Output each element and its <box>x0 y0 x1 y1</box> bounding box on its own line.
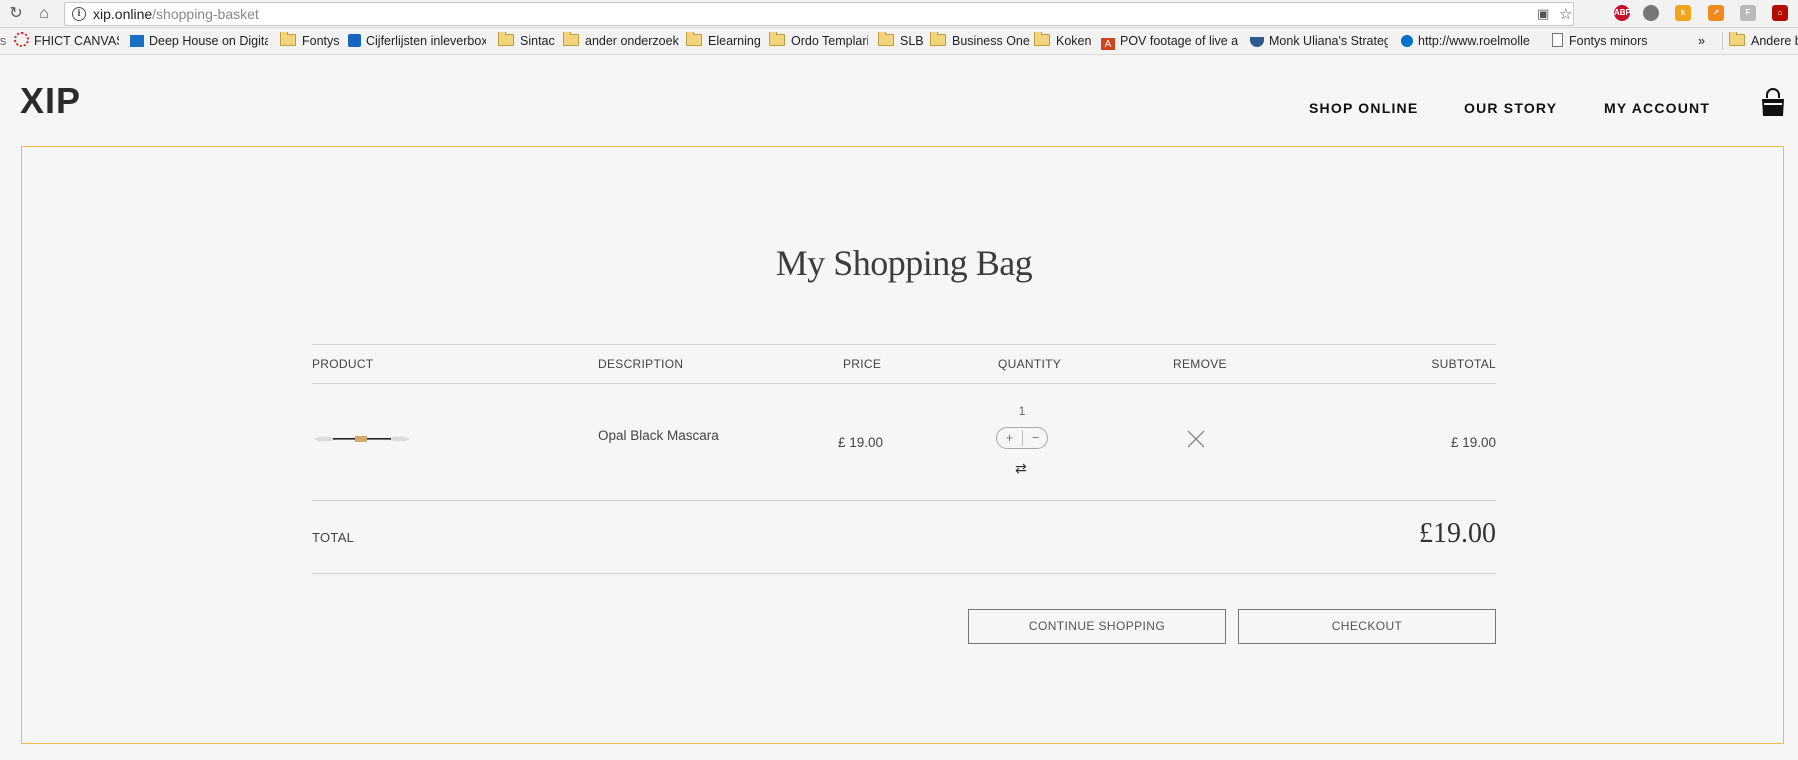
ship-icon <box>1250 37 1264 47</box>
bookmarks-bar: s FHICT CANVAS Deep House on Digita Font… <box>0 28 1798 55</box>
more-bookmarks-button[interactable]: » <box>1698 32 1712 50</box>
divider <box>312 383 1496 384</box>
address-bar[interactable]: i xip.online/shopping-basket ☆ ▣ <box>64 2 1574 26</box>
keepa-icon[interactable]: k <box>1675 5 1691 21</box>
dot-icon <box>1401 35 1413 47</box>
folder-icon <box>498 32 514 46</box>
bookmark-item[interactable]: http://www.roelmolle <box>1401 32 1541 50</box>
bookmark-item[interactable]: Ordo Templari <box>769 32 868 50</box>
divider <box>312 344 1496 345</box>
acrobat-icon[interactable]: ⌂ <box>1772 5 1788 21</box>
divider <box>312 500 1496 501</box>
item-price: £ 19.00 <box>838 435 884 450</box>
total-value: £19.00 <box>1419 518 1496 549</box>
divider <box>312 573 1496 574</box>
home-icon[interactable]: ⌂ <box>34 4 54 24</box>
column-header-subtotal: SUBTOTAL <box>1431 357 1496 371</box>
update-quantity-icon[interactable]: ⇄ <box>1015 460 1027 477</box>
pdf-icon: A <box>1101 38 1115 50</box>
bookmarks-overflow-left[interactable]: s <box>0 32 8 50</box>
shopping-bag-icon[interactable] <box>1760 88 1786 118</box>
adblock-icon[interactable]: ABP <box>1614 5 1631 21</box>
page-title: My Shopping Bag <box>775 243 1033 283</box>
checkout-button[interactable]: CHECKOUT <box>1238 609 1496 644</box>
bookmark-divider <box>1722 32 1723 50</box>
bookmark-item[interactable]: A POV footage of live a <box>1101 32 1238 50</box>
bookmark-item[interactable]: Fontys <box>280 32 344 50</box>
extension-icon[interactable] <box>1643 5 1659 21</box>
bookmark-item[interactable]: Business One <box>930 32 1030 50</box>
column-header-product: PRODUCT <box>312 357 374 371</box>
bookmark-star-icon[interactable]: ☆ <box>1559 5 1572 23</box>
column-header-price: PRICE <box>843 357 882 371</box>
bookmark-item[interactable]: Monk Uliana's Strateg <box>1250 32 1388 50</box>
bookmark-item[interactable]: Sintac <box>498 32 556 50</box>
column-header-quantity: QUANTITY <box>998 357 1062 371</box>
folder-icon <box>280 32 296 46</box>
remove-item-icon[interactable] <box>1186 429 1206 449</box>
bookmark-item[interactable]: ander onderzoek <box>563 32 683 50</box>
sharepoint-icon <box>348 34 361 47</box>
total-label: TOTAL <box>312 530 355 545</box>
chart-extension-icon[interactable]: ↗ <box>1708 5 1724 21</box>
item-quantity: 1 <box>1018 404 1026 418</box>
item-description[interactable]: Opal Black Mascara <box>598 428 719 443</box>
folder-icon <box>686 32 702 46</box>
reload-icon[interactable]: ↻ <box>6 4 26 24</box>
basket-panel <box>21 146 1784 744</box>
folder-icon <box>930 32 946 46</box>
folder-icon <box>563 32 579 46</box>
folder-icon <box>1034 32 1050 46</box>
bookmark-item[interactable]: Deep House on Digita <box>130 32 268 50</box>
continue-shopping-button[interactable]: CONTINUE SHOPPING <box>968 609 1226 644</box>
column-header-description: DESCRIPTION <box>598 357 684 371</box>
folder-icon <box>1729 32 1745 46</box>
bookmark-item[interactable]: Cijferlijsten inleverbox <box>348 32 486 50</box>
f-extension-icon[interactable]: F <box>1740 5 1756 21</box>
bookmark-item[interactable]: FHICT CANVAS <box>14 32 119 50</box>
bookmark-item[interactable]: Elearning <box>686 32 766 50</box>
product-image[interactable] <box>315 432 409 446</box>
translate-icon[interactable]: ▣ <box>1537 6 1549 22</box>
nav-shop-online[interactable]: SHOP ONLINE <box>1309 100 1418 116</box>
site-icon <box>130 35 144 47</box>
info-icon[interactable]: i <box>72 7 86 21</box>
bookmark-item[interactable]: Koken <box>1034 32 1096 50</box>
site-logo[interactable]: XIP <box>20 80 81 122</box>
column-header-remove: REMOVE <box>1173 357 1227 371</box>
ring-icon <box>14 32 29 47</box>
bookmark-item[interactable]: Fontys minors <box>1552 32 1662 50</box>
other-bookmarks[interactable]: Andere b <box>1729 32 1798 50</box>
url-text[interactable]: xip.online/shopping-basket <box>93 6 259 22</box>
folder-icon <box>878 32 894 46</box>
page-icon <box>1552 33 1563 47</box>
increase-quantity-button[interactable]: + <box>997 428 1022 448</box>
bookmark-item[interactable]: SLB <box>878 32 928 50</box>
folder-icon <box>769 32 785 46</box>
nav-our-story[interactable]: OUR STORY <box>1464 100 1557 116</box>
decrease-quantity-button[interactable]: − <box>1023 428 1048 448</box>
nav-my-account[interactable]: MY ACCOUNT <box>1604 100 1710 116</box>
browser-toolbar: ↻ ⌂ i xip.online/shopping-basket ☆ ▣ ABP… <box>0 0 1798 28</box>
item-subtotal: £ 19.00 <box>1450 435 1496 450</box>
quantity-stepper: + − <box>996 427 1048 449</box>
